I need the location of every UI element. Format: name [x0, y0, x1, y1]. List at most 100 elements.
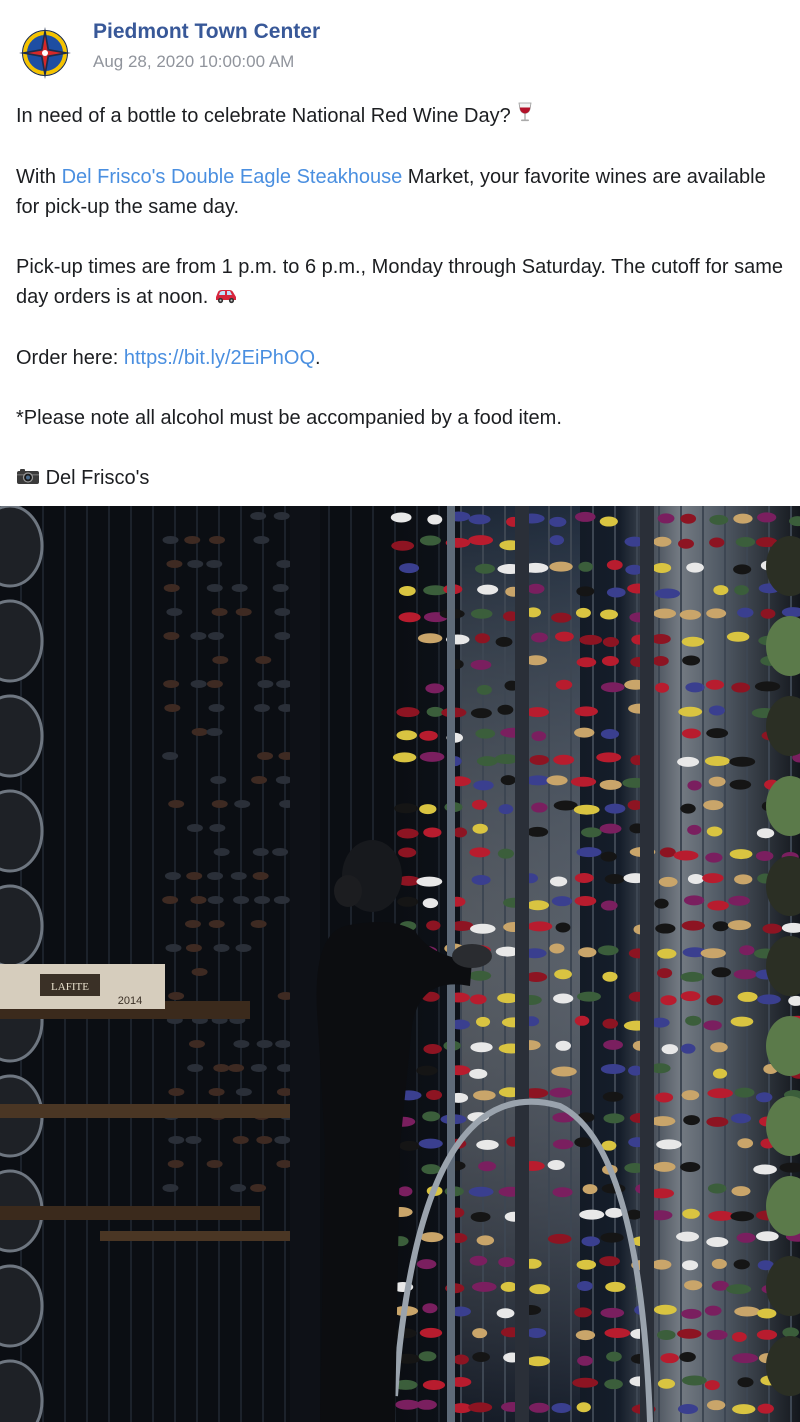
bottle-cap [190, 680, 207, 688]
bottle-cap [604, 1327, 631, 1338]
bottle-cap [737, 991, 758, 1002]
bottle-cap [706, 1400, 726, 1411]
car-icon [214, 283, 238, 313]
bottle-cap [756, 1329, 778, 1340]
bottle-cap [529, 1402, 550, 1413]
bottle-cap [207, 632, 224, 640]
bottle-cap [253, 536, 270, 544]
bottle-cap [398, 612, 421, 623]
bottle-cap [233, 1040, 250, 1048]
bottle-cap [706, 728, 729, 739]
post-timestamp[interactable]: Aug 28, 2020 10:00:00 AM [93, 52, 294, 72]
bottle-cap [755, 1231, 779, 1242]
bottle-cap [681, 1375, 707, 1386]
bottle-cap [394, 1328, 417, 1339]
bottle-cap [650, 1116, 676, 1127]
bottle-cap [207, 896, 224, 904]
bottle-cap [184, 920, 201, 928]
bottle-cap [600, 1307, 625, 1318]
bottle-cap [729, 779, 752, 790]
bottle-cap [497, 704, 514, 715]
bottle-cap [574, 1307, 592, 1318]
bottle-cap [476, 756, 498, 767]
bottle-cap [469, 1068, 488, 1079]
bottle-cap [276, 560, 293, 568]
bottle-cap [416, 876, 443, 887]
bottle-cap [471, 1281, 497, 1292]
bottle-cap [527, 921, 553, 932]
bottle-cap [578, 561, 594, 572]
bottle-cap [600, 728, 620, 739]
bottle-cap [599, 516, 618, 527]
bottle-cap [712, 921, 729, 932]
bottle-cap [494, 754, 518, 765]
del-frisco-page-link[interactable]: Del Frisco's Double Eagle Steakhouse [62, 166, 403, 188]
bottle-cap [531, 632, 548, 643]
bottle-cap [555, 631, 574, 642]
bottle-cap [555, 1040, 571, 1051]
bottle-cap [213, 1064, 230, 1072]
message-text: In need of a bottle to celebrate Nationa… [16, 105, 511, 127]
bottle-cap [681, 1260, 699, 1271]
bottle-cap [657, 968, 673, 979]
bottle-cap [710, 1042, 728, 1053]
bottle-cap [253, 704, 270, 712]
message-text: Pick-up times are from 1 p.m. to 6 p.m.,… [16, 256, 784, 309]
bottle-cap [254, 896, 271, 904]
bottle-cap [681, 1308, 702, 1319]
compass-logo-icon[interactable] [16, 24, 74, 82]
page-name-link[interactable]: Piedmont Town Center [93, 20, 320, 44]
bottle-cap [574, 706, 598, 717]
bottle-cap [470, 659, 492, 670]
rack-rod [284, 506, 286, 1422]
bottle-cap [475, 563, 496, 574]
bottle-cap [600, 851, 617, 862]
bottle-cap [605, 1281, 626, 1292]
bottle-cap [526, 826, 549, 837]
bottle-cap [757, 1308, 777, 1319]
bottle-cap [755, 851, 774, 862]
wooden-shelf [0, 1104, 290, 1118]
bottle-cap [602, 1091, 624, 1102]
bottle-cap [655, 923, 676, 934]
bottle-cap [208, 704, 225, 712]
bottle-cap [739, 945, 755, 956]
bottle-cap [757, 512, 777, 523]
bottle-cap [531, 731, 547, 742]
bottle-cap [276, 680, 293, 688]
bottle-cap [273, 512, 290, 520]
bottle-cap [678, 706, 703, 717]
bottle-cap [163, 680, 180, 688]
bottle-cap [549, 561, 573, 572]
message-text: . [315, 346, 321, 369]
bottle-cap [468, 535, 494, 546]
bottle-cap [676, 1231, 700, 1242]
bottle-cap [605, 1207, 624, 1218]
bottle-cap [603, 1113, 625, 1124]
bottle-cap [206, 560, 223, 568]
bottle-cap [416, 1065, 438, 1076]
bottle-cap [570, 776, 597, 787]
bottle-cap [396, 730, 418, 741]
bottle-cap [422, 898, 439, 909]
bottle-cap [474, 633, 491, 644]
bottle-cap [235, 608, 252, 616]
bottle-cap [212, 656, 229, 664]
bottle-cap [729, 756, 756, 767]
bottle-cap [190, 632, 207, 640]
bottle-cap [680, 513, 697, 524]
bottle-cap [231, 584, 248, 592]
order-url-link[interactable]: https://bit.ly/2EiPhOQ [124, 347, 315, 369]
bottle-cap [711, 967, 732, 978]
bottle-cap [733, 969, 757, 980]
bottle-cap [166, 608, 183, 616]
bottle-cap [707, 900, 729, 911]
bottle-cap [184, 536, 201, 544]
bottle-cap [753, 1164, 777, 1175]
bottle-cap [600, 682, 625, 693]
wine-cellar-photo[interactable]: LAFITE 2014 [0, 506, 800, 1422]
bottle-cap [497, 848, 514, 859]
bottle-cap [206, 1160, 223, 1168]
bottle-cap [478, 1161, 497, 1172]
bottle-cap [252, 872, 269, 880]
